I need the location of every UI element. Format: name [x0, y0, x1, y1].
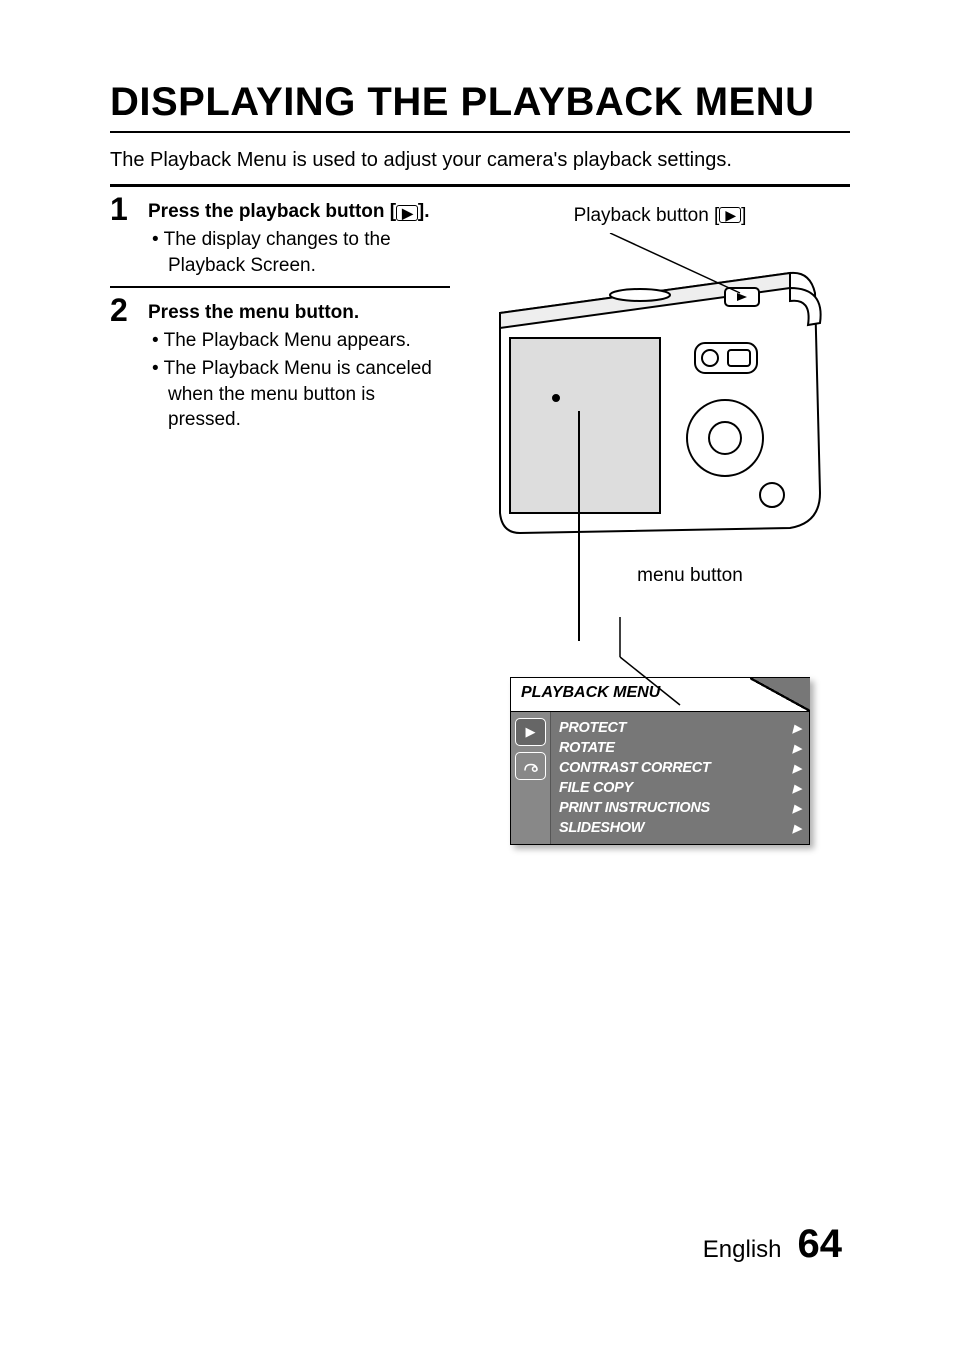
bullet-item: The Playback Menu appears.: [152, 328, 450, 354]
menu-item-filecopy: FILE COPY ▶: [559, 778, 801, 798]
menu-tabs: ▶: [511, 712, 551, 844]
label-pre: Playback button [: [574, 205, 720, 226]
menu-item-label: SLIDESHOW: [559, 820, 644, 836]
step-heading: Press the menu button.: [148, 302, 450, 324]
step-1: 1 Press the playback button [▶]. The dis…: [110, 187, 450, 280]
label-post: ]: [741, 205, 746, 226]
two-column-layout: 1 Press the playback button [▶]. The dis…: [110, 187, 850, 845]
playback-icon: ▶: [396, 205, 418, 221]
playback-button-label: Playback button [▶]: [470, 205, 850, 227]
chevron-right-icon: ▶: [793, 782, 801, 795]
chevron-right-icon: ▶: [793, 762, 801, 775]
step-number: 1: [110, 191, 148, 280]
menu-title-decoration: [750, 677, 810, 711]
chevron-right-icon: ▶: [793, 822, 801, 835]
step-number: 2: [110, 292, 148, 435]
leader-line-to-menu: [580, 617, 700, 707]
camera-illustration: [490, 233, 830, 553]
chevron-right-icon: ▶: [793, 722, 801, 735]
steps-column: 1 Press the playback button [▶]. The dis…: [110, 187, 450, 845]
step-bullets: The Playback Menu appears. The Playback …: [148, 328, 450, 433]
step-heading-post: ].: [418, 201, 430, 222]
step-2: 2 Press the menu button. The Playback Me…: [110, 286, 450, 435]
step-body: Press the playback button [▶]. The displ…: [148, 191, 450, 280]
page-title: DISPLAYING THE PLAYBACK MENU: [110, 80, 850, 133]
footer-language: English: [703, 1236, 782, 1264]
menu-item-label: CONTRAST CORRECT: [559, 760, 710, 776]
playback-icon: ▶: [719, 207, 741, 223]
tab-playback-icon: ▶: [515, 718, 546, 746]
step-bullets: The display changes to the Playback Scre…: [148, 227, 450, 278]
menu-item-print: PRINT INSTRUCTIONS ▶: [559, 798, 801, 818]
menu-body: ▶ PROTECT ▶ ROTATE ▶ CONTRAST CORRECT ▶ FIL…: [510, 711, 810, 845]
leader-line: [578, 411, 580, 641]
camera-svg: [490, 233, 830, 553]
footer-page-number: 64: [798, 1222, 843, 1267]
menu-item-rotate: ROTATE ▶: [559, 738, 801, 758]
menu-item-contrast: CONTRAST CORRECT ▶: [559, 758, 801, 778]
intro-text: The Playback Menu is used to adjust your…: [110, 149, 850, 172]
bullet-item: The display changes to the Playback Scre…: [152, 227, 450, 278]
step-heading: Press the playback button [▶].: [148, 201, 450, 223]
menu-item-label: PRINT INSTRUCTIONS: [559, 800, 710, 816]
menu-item-label: FILE COPY: [559, 780, 633, 796]
tab-setup-icon: [515, 752, 546, 780]
menu-item-label: PROTECT: [559, 720, 626, 736]
menu-item-slideshow: SLIDESHOW ▶: [559, 818, 801, 838]
chevron-right-icon: ▶: [793, 802, 801, 815]
bullet-item: The Playback Menu is canceled when the m…: [152, 356, 450, 433]
menu-item-label: ROTATE: [559, 740, 615, 756]
page-content: DISPLAYING THE PLAYBACK MENU The Playbac…: [110, 80, 850, 845]
illustration-column: Playback button [▶]: [470, 187, 850, 845]
step-heading-pre: Press the playback button [: [148, 201, 396, 222]
page-footer: English 64: [703, 1222, 842, 1267]
menu-items: PROTECT ▶ ROTATE ▶ CONTRAST CORRECT ▶ FILE …: [551, 712, 809, 844]
menu-item-protect: PROTECT ▶: [559, 718, 801, 738]
chevron-right-icon: ▶: [793, 742, 801, 755]
step-body: Press the menu button. The Playback Menu…: [148, 292, 450, 435]
